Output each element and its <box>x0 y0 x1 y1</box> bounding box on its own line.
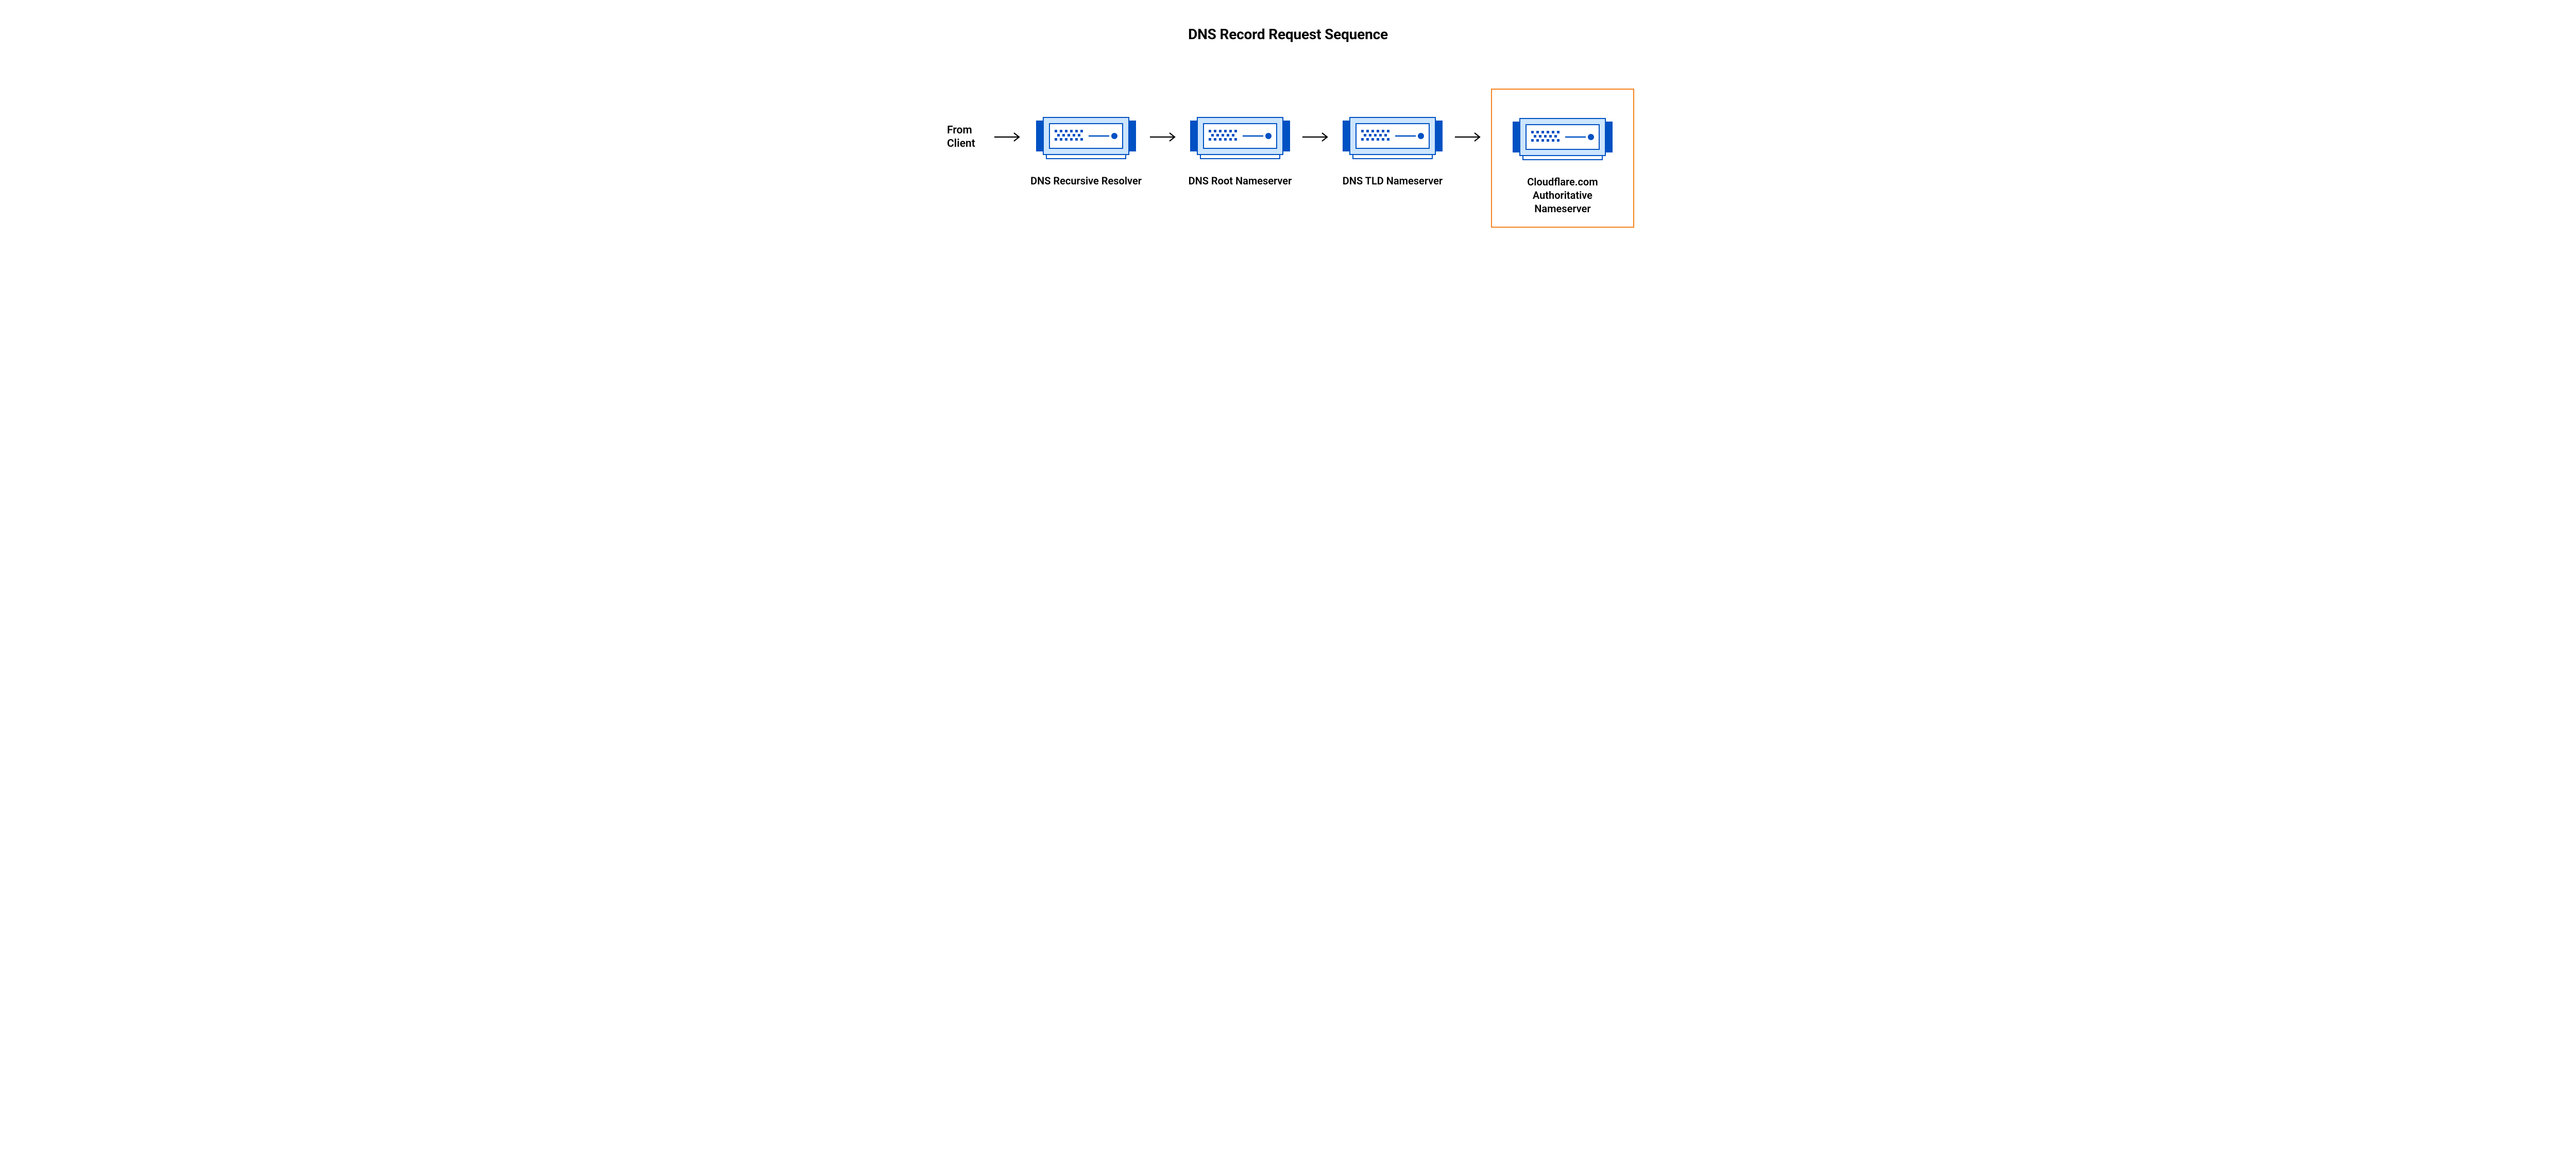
diagram-canvas: DNS Record Request Sequence From Client <box>899 0 1677 309</box>
server-icon <box>1338 103 1447 165</box>
node-label: DNS Root Nameserver <box>1189 174 1292 188</box>
arrow-2 <box>1301 132 1331 142</box>
arrow-icon <box>1301 132 1331 142</box>
arrow-1 <box>1149 132 1179 142</box>
arrow-icon <box>1149 132 1179 142</box>
arrow-icon <box>1454 132 1484 142</box>
node-root-nameserver: DNS Root Nameserver <box>1186 103 1294 188</box>
server-icon <box>1509 104 1617 166</box>
node-label: DNS Recursive Resolver <box>1030 174 1142 188</box>
node-tld-nameserver: DNS TLD Nameserver <box>1338 103 1447 188</box>
arrow-0 <box>993 132 1023 142</box>
source-client-label: From Client <box>947 124 993 151</box>
server-icon <box>1186 103 1294 165</box>
flow-row: From Client <box>899 103 1677 228</box>
node-recursive-resolver: DNS Recursive Resolver <box>1030 103 1142 188</box>
server-icon <box>1032 103 1140 165</box>
node-label: DNS TLD Nameserver <box>1343 174 1443 188</box>
arrow-3 <box>1454 132 1484 142</box>
node-label: Cloudflare.com Authoritative Nameserver <box>1503 175 1622 215</box>
diagram-title: DNS Record Request Sequence <box>899 0 1677 43</box>
node-authoritative-nameserver-highlight: Cloudflare.com Authoritative Nameserver <box>1491 89 1634 228</box>
arrow-icon <box>993 132 1023 142</box>
